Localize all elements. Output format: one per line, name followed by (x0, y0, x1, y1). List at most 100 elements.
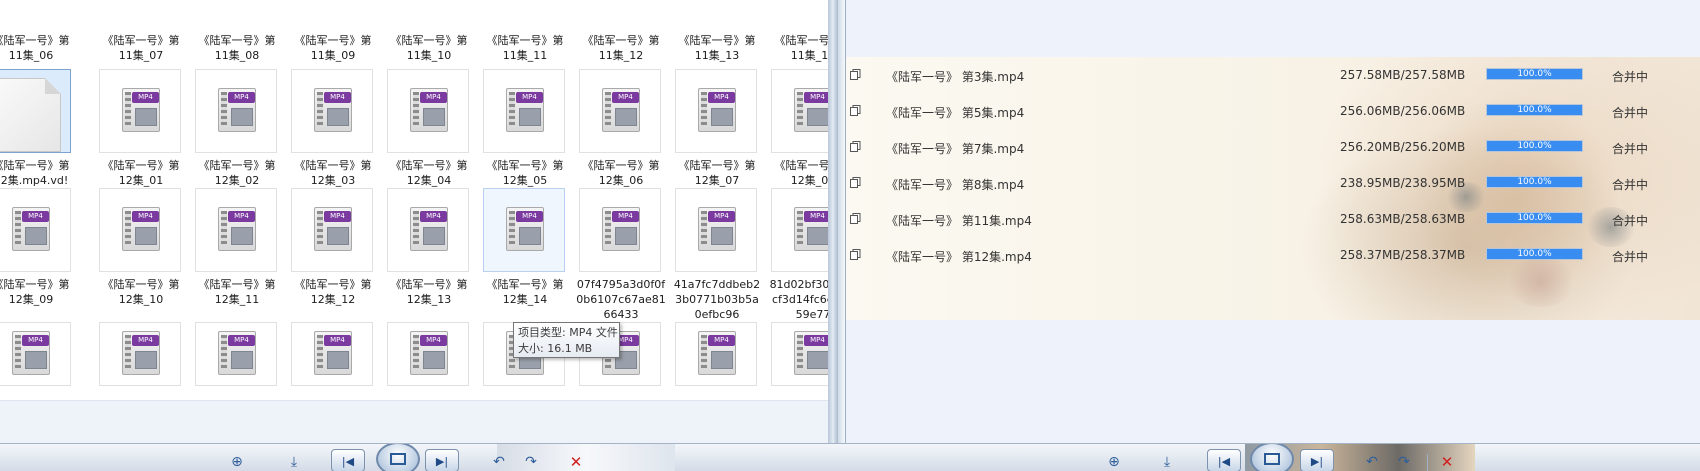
mp4-file-icon: MP4 (410, 207, 448, 251)
file-name: 《陆军一号》第 11集_11 (486, 34, 564, 62)
download-row[interactable]: 《陆军一号》 第5集.mp4 256.06MB/256.06MB 100.0% 合并中 (846, 93, 1700, 131)
download-progress-percent: 100.0% (1517, 105, 1552, 115)
file-thumbnail: MP4 (579, 69, 661, 153)
mp4-file-icon: MP4 (794, 207, 828, 251)
download-row[interactable]: 《陆军一号》 第8集.mp4 238.95MB/238.95MB 100.0% 合并中 (846, 165, 1700, 203)
file-name: 《陆军一号》第 12集_12 (294, 278, 372, 306)
download-file-name: 《陆军一号》 第8集.mp4 (886, 178, 1025, 192)
download-progress-bar: 100.0% (1486, 212, 1583, 224)
mp4-file-icon: MP4 (602, 88, 640, 132)
file-copy-icon (850, 213, 861, 224)
fit-icon[interactable]: ⤓ (1156, 452, 1178, 471)
download-progress-percent: 100.0% (1517, 249, 1552, 259)
mp4-file-icon: MP4 (410, 88, 448, 132)
download-progress-bar: 100.0% (1486, 176, 1583, 188)
mp4-file-icon: MP4 (698, 331, 736, 375)
next-icon[interactable]: ▶| (425, 449, 459, 471)
file-name: 《陆军一号》第 12集_05 (486, 159, 564, 187)
tooltip-size: 大小: 16.1 MB (518, 342, 593, 355)
file-name: 《陆军一号》第 12集_06 (582, 159, 660, 187)
downloader-window-edge (838, 0, 846, 443)
mp4-badge: MP4 (132, 92, 159, 103)
zoom-icon[interactable]: ⊕ (1103, 452, 1125, 471)
slideshow-icon[interactable] (376, 444, 420, 471)
file-name: 《陆军一号》第 11集_06 (0, 34, 70, 62)
mp4-file-icon: MP4 (218, 331, 256, 375)
explorer-blank-area (0, 400, 828, 443)
download-size: 258.37MB/258.37MB (1340, 248, 1466, 262)
file-thumbnail: MP4 (771, 69, 828, 153)
zoom-icon[interactable]: ⊕ (226, 452, 248, 471)
download-progress-percent: 100.0% (1517, 177, 1552, 187)
toolbar-separator (1427, 454, 1428, 471)
download-status: 合并中 (1612, 250, 1649, 264)
previous-icon[interactable]: |◀ (1207, 449, 1241, 471)
viewer-toolbar: ⊕ ⤓ |◀ ▶| ↶ ↷ ✕ ⊕ ⤓ |◀ ▶| ↶ ↷ ✕ (0, 443, 1700, 471)
rotate-right-icon[interactable]: ↷ (1393, 452, 1415, 471)
download-file-name: 《陆军一号》 第12集.mp4 (886, 250, 1032, 264)
download-row[interactable]: 《陆军一号》 第11集.mp4 258.63MB/258.63MB 100.0% 合并… (846, 201, 1700, 239)
download-status: 合并中 (1612, 106, 1649, 120)
file-name: 《陆军一号》第 12集_10 (102, 278, 180, 306)
file-thumbnail: MP4 (99, 322, 181, 386)
mp4-file-icon: MP4 (314, 207, 352, 251)
file-name: 07f4795a3d0f0f 0b6107c67ae81 66433 (576, 278, 666, 321)
download-file-name: 《陆军一号》 第5集.mp4 (886, 106, 1025, 120)
mp4-file-icon: MP4 (122, 207, 160, 251)
file-thumbnail: MP4 (675, 322, 757, 386)
file-thumbnail: MP4 (675, 188, 757, 272)
file-thumbnail: MP4 (195, 322, 277, 386)
rotate-right-icon[interactable]: ↷ (520, 452, 542, 471)
file-thumbnail: MP4 (771, 188, 828, 272)
file-name: 《陆军一号》第 12集_11 (198, 278, 276, 306)
mp4-badge: MP4 (228, 211, 255, 222)
delete-icon[interactable]: ✕ (566, 452, 586, 471)
mp4-badge: MP4 (22, 211, 49, 222)
mp4-file-icon: MP4 (218, 207, 256, 251)
mp4-badge: MP4 (324, 335, 351, 346)
mp4-file-icon: MP4 (698, 207, 736, 251)
mp4-badge: MP4 (324, 92, 351, 103)
file-tooltip: 项目类型: MP4 文件 大小: 16.1 MB (513, 322, 620, 358)
download-row[interactable]: 《陆军一号》 第12集.mp4 258.37MB/258.37MB 100.0% 合并… (846, 237, 1700, 275)
file-name: 《陆军一号》第 12集_09 (0, 278, 70, 306)
previous-icon[interactable]: |◀ (331, 449, 365, 471)
mp4-file-icon: MP4 (794, 88, 828, 132)
download-file-name: 《陆军一号》 第3集.mp4 (886, 70, 1025, 84)
download-row[interactable]: 《陆军一号》 第7集.mp4 256.20MB/256.20MB 100.0% 合并中 (846, 129, 1700, 167)
mp4-badge: MP4 (708, 92, 735, 103)
file-copy-icon (850, 105, 861, 116)
file-thumbnail (0, 69, 71, 153)
mp4-file-icon: MP4 (314, 88, 352, 132)
file-name: 《陆军一号》第 11集_08 (198, 34, 276, 62)
mp4-badge: MP4 (804, 335, 828, 346)
mp4-file-icon: MP4 (698, 88, 736, 132)
slideshow-icon[interactable] (1250, 444, 1294, 471)
mp4-badge: MP4 (228, 92, 255, 103)
download-status: 合并中 (1612, 178, 1649, 192)
file-thumbnail: MP4 (0, 322, 71, 386)
download-size: 238.95MB/238.95MB (1340, 176, 1466, 190)
mp4-badge: MP4 (708, 211, 735, 222)
file-copy-icon (850, 177, 861, 188)
mp4-file-icon: MP4 (506, 88, 544, 132)
mp4-badge: MP4 (420, 335, 447, 346)
next-icon[interactable]: ▶| (1300, 449, 1334, 471)
download-progress-bar: 100.0% (1486, 140, 1583, 152)
file-copy-icon (850, 249, 861, 260)
file-thumbnail: MP4 (0, 188, 71, 272)
delete-icon[interactable]: ✕ (1437, 452, 1457, 471)
mp4-badge: MP4 (804, 211, 828, 222)
file-thumbnail: MP4 (99, 188, 181, 272)
download-size: 258.63MB/258.63MB (1340, 212, 1466, 226)
document-file-icon (0, 78, 61, 152)
file-thumbnail: MP4 (291, 69, 373, 153)
fit-icon[interactable]: ⤓ (283, 452, 305, 471)
rotate-left-icon[interactable]: ↶ (1361, 452, 1383, 471)
explorer-file-view[interactable]: 《陆军一号》第 11集_06 《陆军一号》第 11集_07 《陆军一号》第 11集_08 《… (0, 0, 828, 443)
file-copy-icon (850, 141, 861, 152)
rotate-left-icon[interactable]: ↶ (488, 452, 510, 471)
file-name: 81d02bf309d4ccf3d14fc6ea4e59e77 (769, 278, 828, 321)
download-row[interactable]: 《陆军一号》 第3集.mp4 257.58MB/257.58MB 100.0% 合并中 (846, 57, 1700, 95)
download-size: 256.20MB/256.20MB (1340, 140, 1466, 154)
